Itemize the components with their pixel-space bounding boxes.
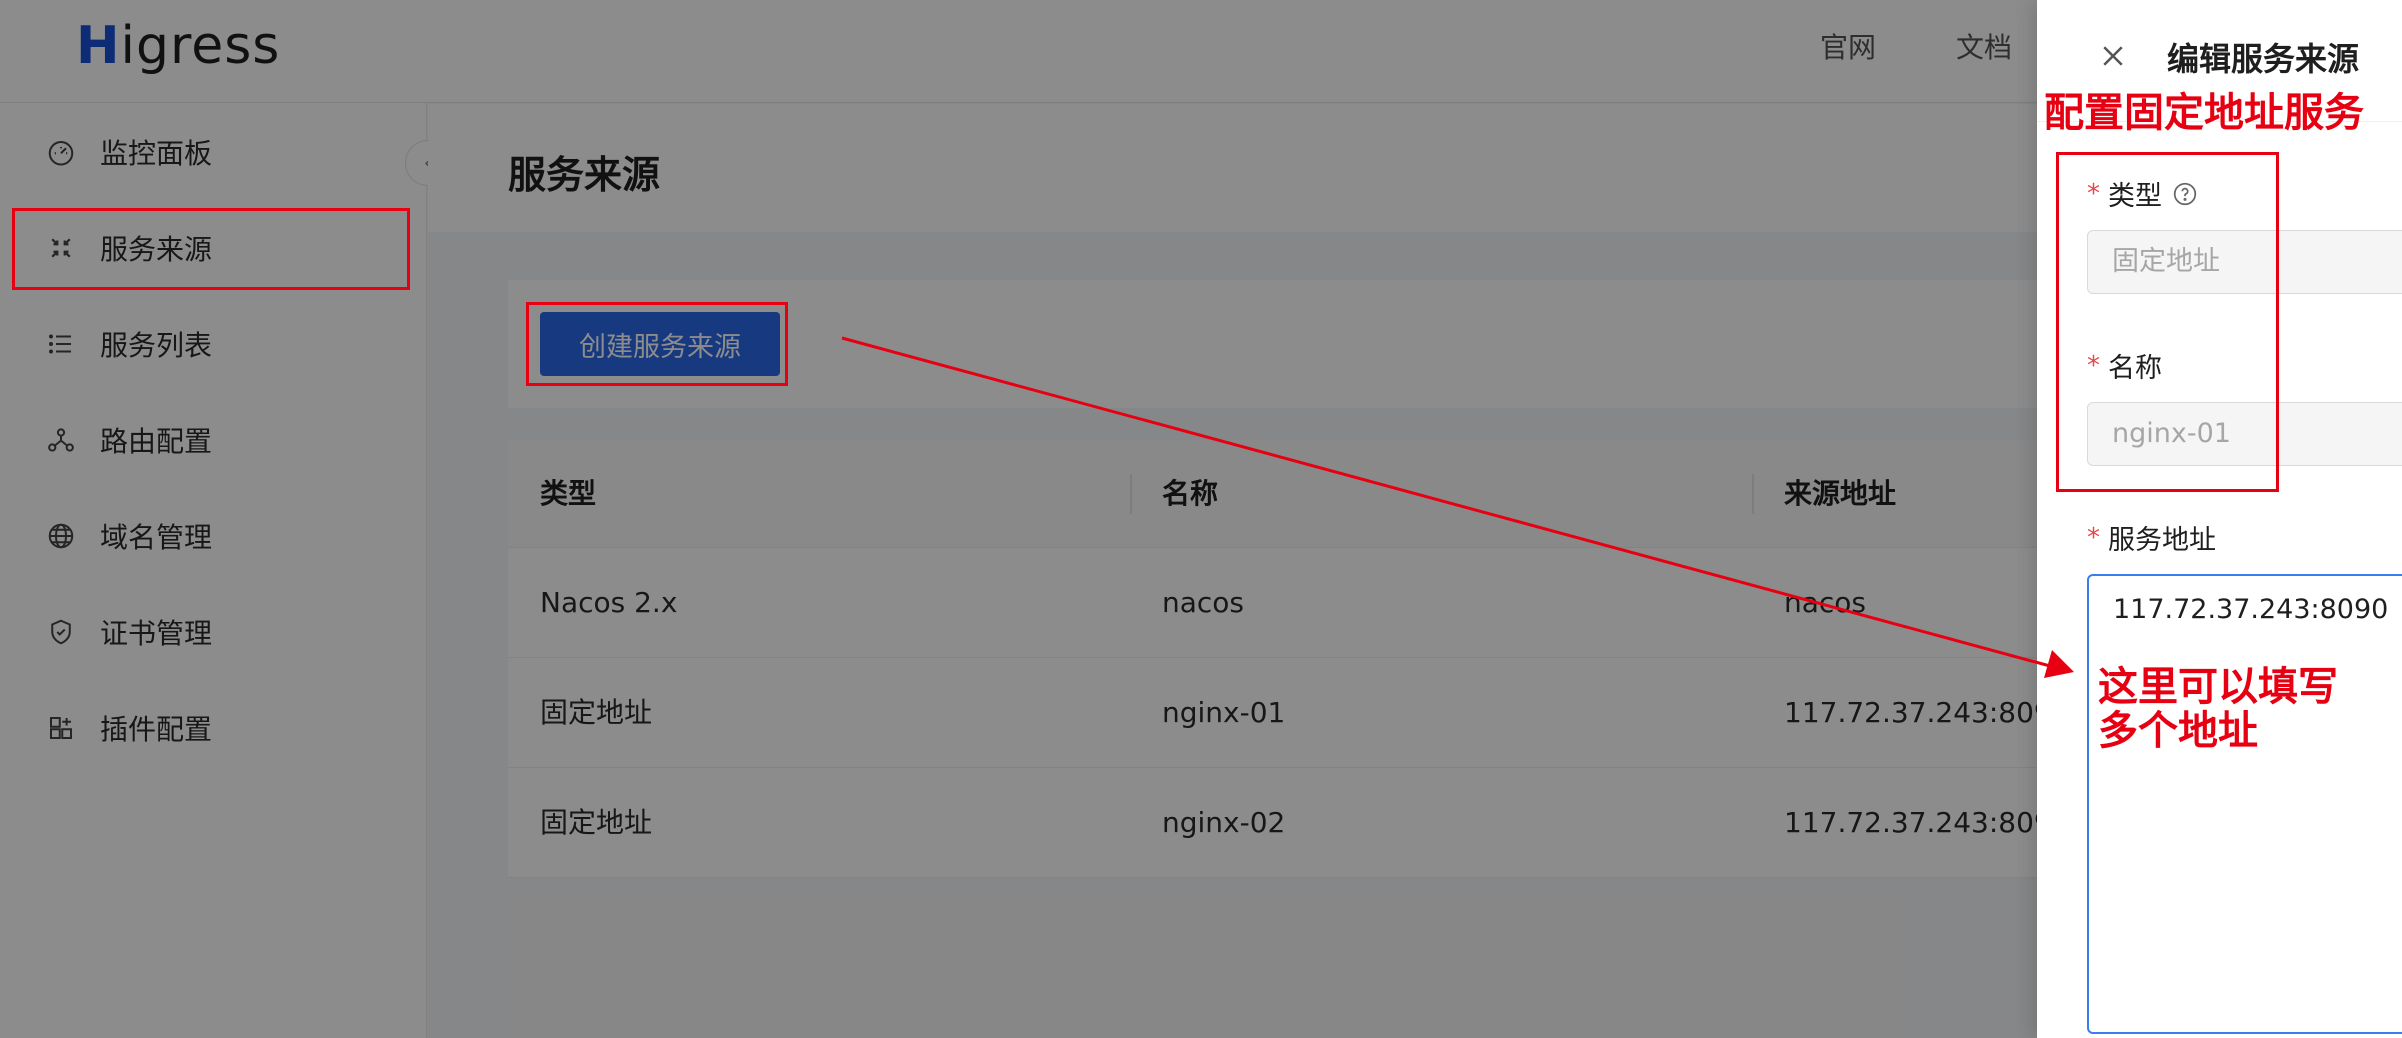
drawer-close-button[interactable] bbox=[2093, 36, 2133, 76]
annotation-textarea-note-2: 多个地址 bbox=[2098, 708, 2258, 754]
annotation-drawer-note: 配置固定地址服务 bbox=[2044, 90, 2364, 136]
drawer-mask[interactable] bbox=[0, 0, 2037, 1038]
annotation-box-drawer-fields bbox=[2056, 152, 2279, 492]
drawer-title: 编辑服务来源 bbox=[2167, 40, 2360, 78]
app-root: Higress 官网 文档 监控面板 服务来源 服务列表 路由配置 域名管理 证… bbox=[0, 0, 2402, 1038]
annotation-box-create-button bbox=[526, 302, 788, 386]
address-field-label: * 服务地址 bbox=[2087, 522, 2216, 557]
annotation-box-sidebar bbox=[12, 208, 410, 290]
close-icon bbox=[2103, 46, 2123, 66]
annotation-textarea-note-1: 这里可以填写 bbox=[2098, 664, 2338, 710]
required-mark: * bbox=[2087, 522, 2100, 553]
service-address-textarea[interactable]: 117.72.37.243:8090 bbox=[2087, 574, 2402, 1034]
